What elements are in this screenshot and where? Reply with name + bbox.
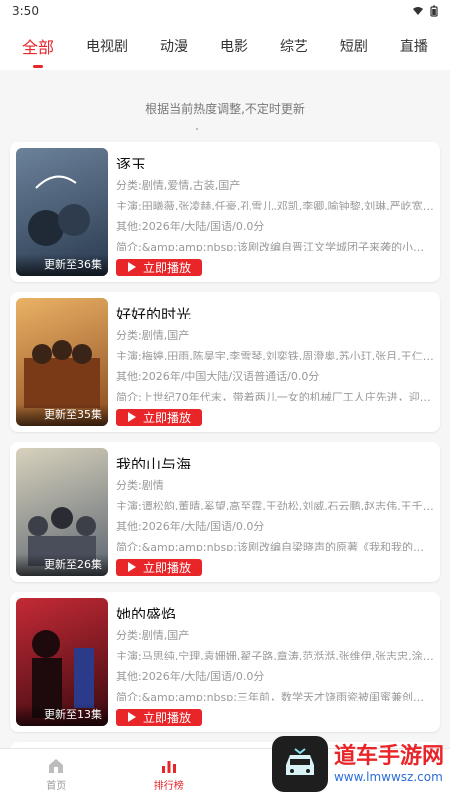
status-time: 3:50 xyxy=(12,4,39,18)
site-watermark: 道车手游网 www.lmwwsz.com xyxy=(271,736,444,792)
drama-title[interactable]: 她的盛焰 xyxy=(116,604,434,619)
play-button[interactable]: 立即播放 xyxy=(116,258,202,276)
episode-badge: 更新至35集 xyxy=(16,404,108,426)
nav-home[interactable]: 首页 xyxy=(16,757,96,792)
cast-text: 主演:梅婷,田雨,陈昊宇,李雪琴,刘奕铁,周澄奥,苏小玎,张月,王仁君,... xyxy=(116,349,434,361)
nav-home-label: 首页 xyxy=(46,781,67,792)
home-icon xyxy=(49,759,64,773)
other-info-text: 其他:2026年/中国大陆/汉语普通话/0.0分 xyxy=(116,370,320,381)
list-item[interactable]: 更新至35集 好好的时光 分类:剧情,国产 主演:梅婷,田雨,陈昊宇,李雪琴,刘… xyxy=(10,292,440,432)
card-info: 我的山与海 分类:剧情 主演:谭松韵,董晴,奚望,高至霆,王劲松,刘威,石云鹏,… xyxy=(116,448,434,576)
wifi-icon xyxy=(413,7,423,15)
poster[interactable]: 更新至36集 xyxy=(16,148,108,276)
drama-title[interactable]: 我的山与海 xyxy=(116,454,434,469)
play-button[interactable]: 立即播放 xyxy=(116,558,202,576)
intro-text: 简介:上世纪70年代末，带着两儿一女的机械厂工人庄先进，迎娶了... xyxy=(116,390,434,401)
cast-text: 主演:谭松韵,董晴,奚望,高至霆,王劲松,刘威,石云鹏,赵志伟,王千果,... xyxy=(116,499,434,511)
poster[interactable]: 更新至13集 xyxy=(16,598,108,726)
episode-badge: 更新至13集 xyxy=(16,704,108,726)
other-info-text: 其他:2026年/大陆/国语/0.0分 xyxy=(116,220,265,231)
status-bar: 3:50 xyxy=(0,0,450,22)
tab-movies[interactable]: 电影 xyxy=(216,28,252,64)
play-button-label: 立即播放 xyxy=(142,410,191,425)
watermark-text: 道车手游网 www.lmwwsz.com xyxy=(334,744,444,784)
list-item[interactable]: 更新至26集 我的山与海 分类:剧情 主演:谭松韵,董晴,奚望,高至霆,王劲松,… xyxy=(10,442,440,582)
play-button[interactable]: 立即播放 xyxy=(116,408,202,426)
category-text: 分类:剧情,国产 xyxy=(116,629,190,640)
card-info: 她的盛焰 分类:剧情,国产 主演:马思纯,宁理,袁姗姗,翟子路,章涛,范湉湉,张… xyxy=(116,598,434,726)
list-item[interactable]: 更新至13集 她的盛焰 分类:剧情,国产 主演:马思纯,宁理,袁姗姗,翟子路,章… xyxy=(10,592,440,732)
tab-all[interactable]: 全部 xyxy=(18,26,58,66)
drama-title[interactable]: 逐玉 xyxy=(116,154,434,169)
list-item[interactable]: 更新至36集 逐玉 分类:剧情,爱情,古装,国产 主演:田曦薇,张凌赫,任豪,孔… xyxy=(10,142,440,282)
play-button-label: 立即播放 xyxy=(142,260,191,275)
play-icon xyxy=(127,262,136,273)
tab-anime[interactable]: 动漫 xyxy=(156,28,192,64)
poster[interactable]: 更新至35集 xyxy=(16,298,108,426)
car-icon xyxy=(285,748,314,775)
nav-ranking[interactable]: 排行榜 xyxy=(129,757,209,792)
drama-list: 更新至36集 逐玉 分类:剧情,爱情,古装,国产 主演:田曦薇,张凌赫,任豪,孔… xyxy=(10,142,440,750)
tab-live[interactable]: 直播 xyxy=(396,28,432,64)
tab-variety[interactable]: 综艺 xyxy=(276,28,312,64)
tab-tv-series[interactable]: 电视剧 xyxy=(82,28,132,64)
episode-badge: 更新至26集 xyxy=(16,554,108,576)
other-info-text: 其他:2026年/大陆/国语/0.0分 xyxy=(116,520,265,531)
poster[interactable]: 更新至26集 xyxy=(16,448,108,576)
card-info: 好好的时光 分类:剧情,国产 主演:梅婷,田雨,陈昊宇,李雪琴,刘奕铁,周澄奥,… xyxy=(116,298,434,426)
ranking-icon xyxy=(161,761,176,773)
category-tabs: 全部 电视剧 动漫 电影 综艺 短剧 直播 xyxy=(0,22,450,70)
category-text: 分类:剧情,爱情,古装,国产 xyxy=(116,179,241,190)
intro-text: 简介:&amp;amp;nbsp;该剧改编自晋江文学城团子来袭的小说《逐... xyxy=(116,240,434,251)
intro-text: 简介:&amp;amp;nbsp;该剧改编自梁晓声的原著《我和我的命》。... xyxy=(116,540,434,551)
play-icon xyxy=(127,712,136,723)
drama-title[interactable]: 好好的时光 xyxy=(116,304,434,319)
intro-text: 简介:&amp;amp;nbsp;三年前，数学天才饶雨瓷被闺蜜兼创业合伙... xyxy=(116,690,434,701)
other-info-text: 其他:2026年/大陆/国语/0.0分 xyxy=(116,670,265,681)
content-area[interactable]: 根据当前热度调整,不定时更新 更新至36集 逐玉 分类:剧情,爱情,古装,国产 … xyxy=(0,70,450,750)
watermark-title: 道车手游网 xyxy=(333,744,444,769)
update-notice: 根据当前热度调整,不定时更新 xyxy=(145,102,305,116)
watermark-logo xyxy=(271,736,328,792)
battery-icon xyxy=(430,5,438,17)
watermark-url: www.lmwwsz.com xyxy=(333,770,443,784)
play-icon xyxy=(127,562,136,573)
play-button-label: 立即播放 xyxy=(142,560,191,575)
status-icons xyxy=(412,5,438,17)
divider-dot xyxy=(196,128,198,130)
cast-text: 主演:田曦薇,张凌赫,任豪,孔雪儿,邓凯,李卿,喻钟黎,刘琳,严屹宽,岳... xyxy=(116,199,434,211)
cast-text: 主演:马思纯,宁理,袁姗姗,翟子路,章涛,范湉湉,张维伊,张志忠,涂凌,... xyxy=(116,649,434,661)
tab-short-drama[interactable]: 短剧 xyxy=(336,28,372,64)
play-button[interactable]: 立即播放 xyxy=(116,708,202,726)
play-button-label: 立即播放 xyxy=(142,710,191,725)
category-text: 分类:剧情,国产 xyxy=(116,329,190,340)
episode-badge: 更新至36集 xyxy=(16,254,108,276)
category-text: 分类:剧情 xyxy=(116,479,164,490)
card-info: 逐玉 分类:剧情,爱情,古装,国产 主演:田曦薇,张凌赫,任豪,孔雪儿,邓凯,李… xyxy=(116,148,434,276)
nav-ranking-label: 排行榜 xyxy=(153,781,184,792)
play-icon xyxy=(127,412,136,423)
